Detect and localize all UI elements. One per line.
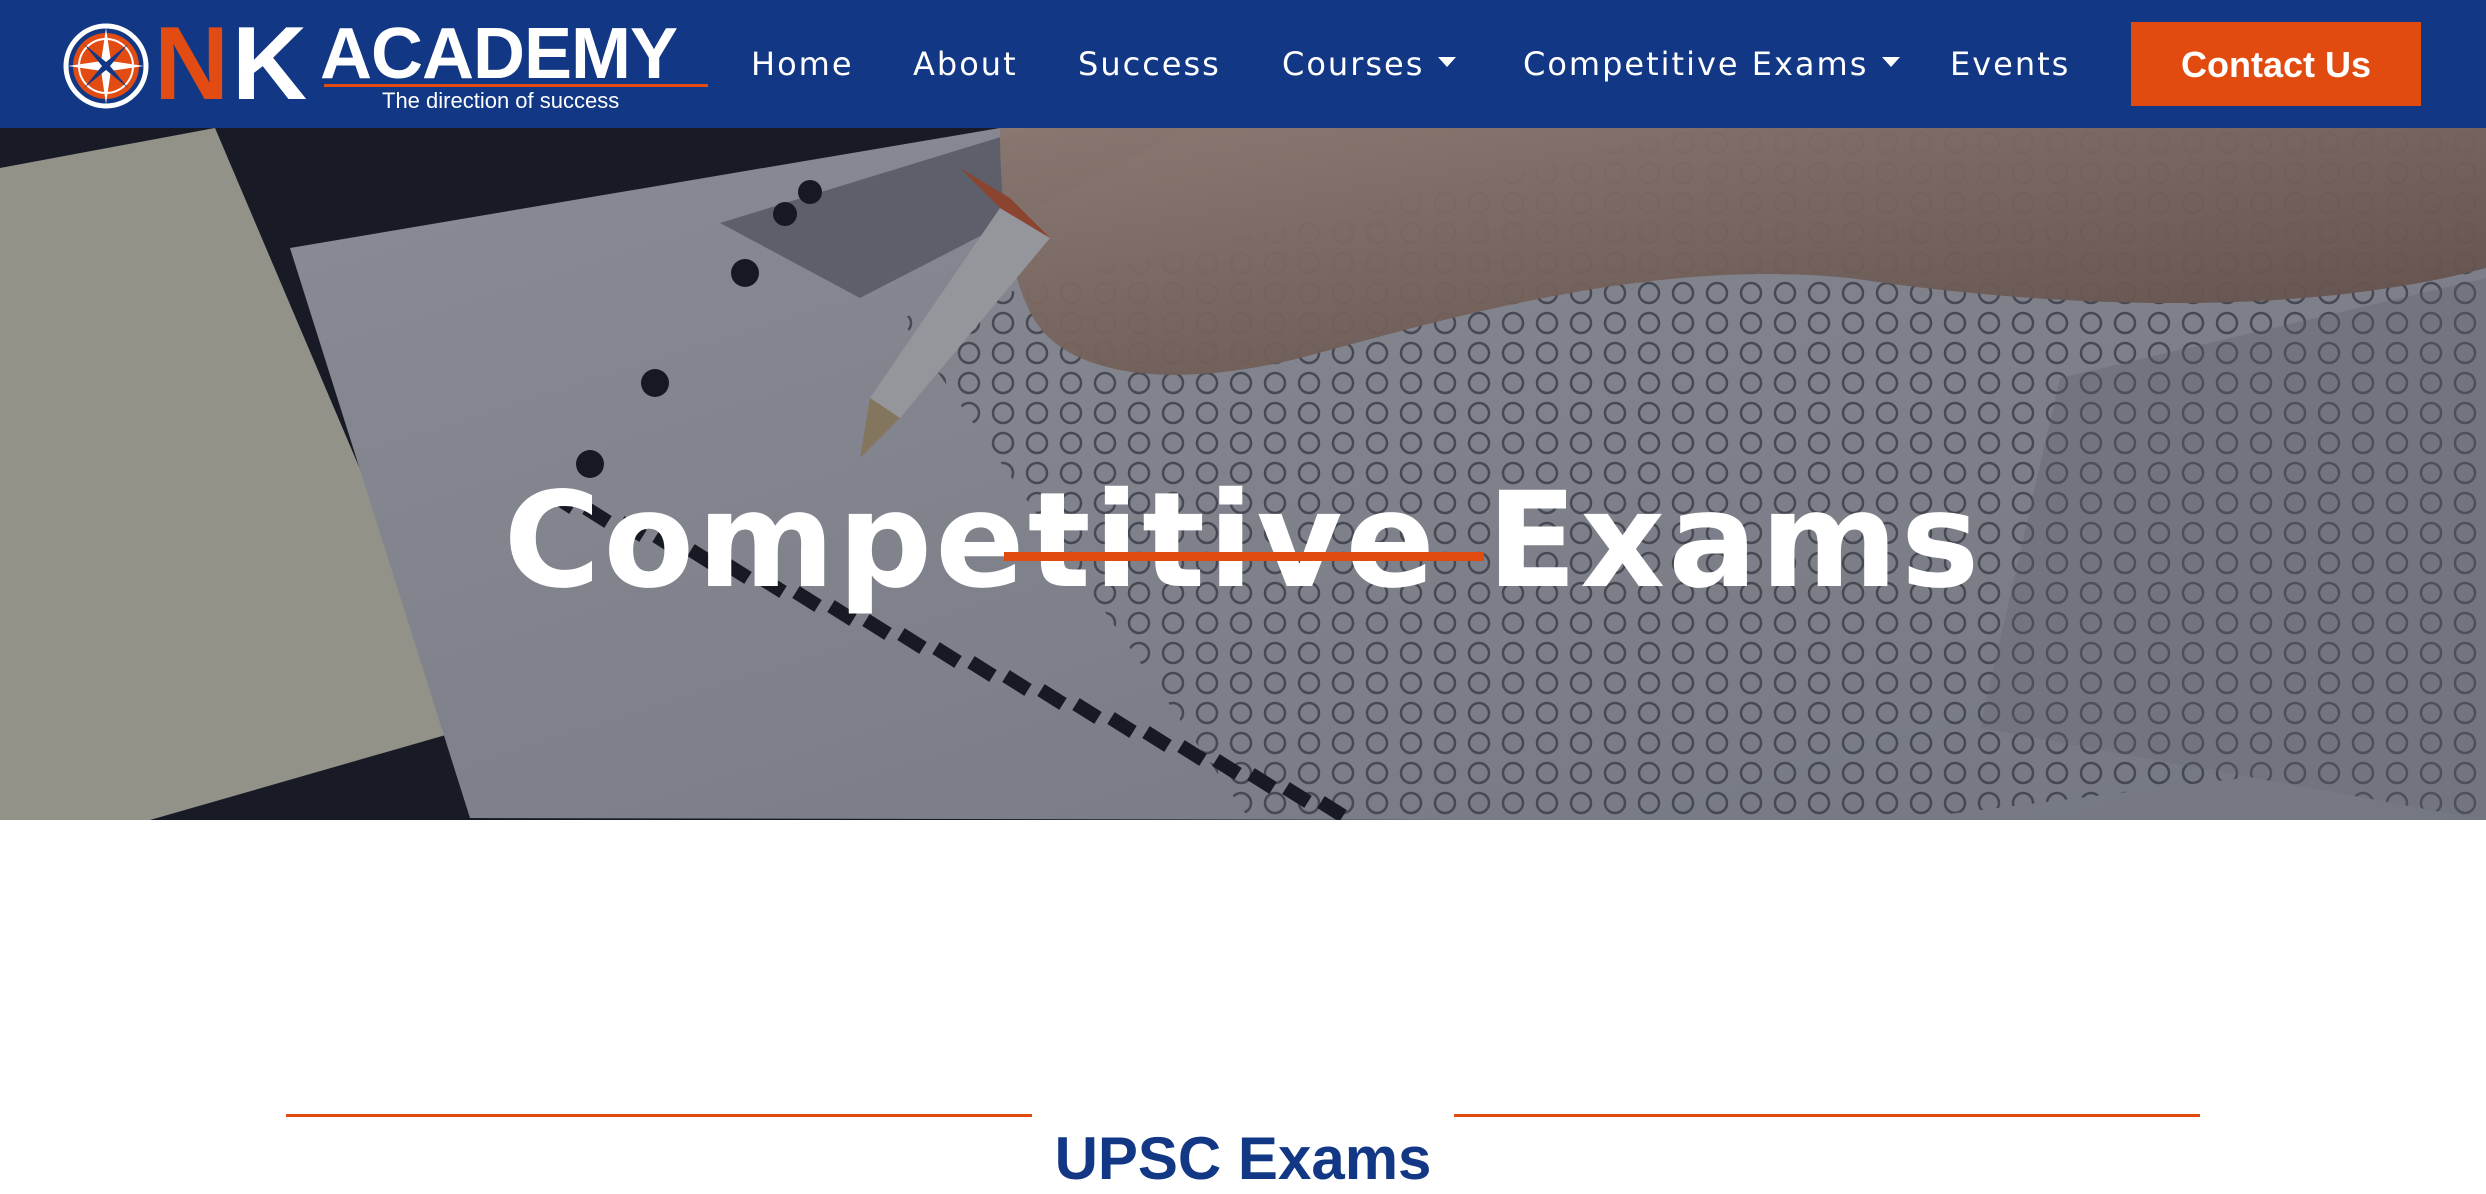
nav-success-label: Success [1078,45,1221,83]
top-navbar: N K ACADEMY The direction of success Hom… [0,0,2486,128]
logo-letter-n: N [154,6,229,122]
hero-title-underline [1004,552,1484,561]
section-divider-right [1454,1114,2200,1117]
nav-competitive-exams-dropdown[interactable]: Competitive Exams [1523,40,1901,88]
nav-courses-dropdown[interactable]: Courses [1282,40,1457,88]
logo-divider [324,84,708,87]
logo-tagline: The direction of success [382,88,620,113]
logo-letter-k: K [232,6,308,122]
nav-success-link[interactable]: Success [1078,40,1221,88]
nav-about-link[interactable]: About [913,40,1018,88]
nav-events-label: Events [1950,45,2071,83]
hero-title: Competitive Exams [503,464,1983,619]
nav-events-link[interactable]: Events [1950,40,2070,88]
nav-home-link[interactable]: Home [751,40,854,88]
caret-down-icon [1882,57,1901,67]
caret-down-icon [1438,57,1457,67]
site-logo[interactable]: N K ACADEMY The direction of success [62,12,708,116]
nav-competitive-exams-label: Competitive Exams [1523,45,1869,83]
contact-us-button[interactable]: Contact Us [2131,22,2421,106]
nav-about-label: About [913,45,1018,83]
logo-wordmark: ACADEMY [320,14,678,94]
compass-emblem-icon [63,23,149,109]
nav-courses-label: Courses [1282,45,1425,83]
section-divider-left [286,1114,1032,1117]
section-title: UPSC Exams [1054,1124,1432,1192]
nav-home-label: Home [751,45,854,83]
hero-banner: Competitive Exams [0,128,2486,820]
